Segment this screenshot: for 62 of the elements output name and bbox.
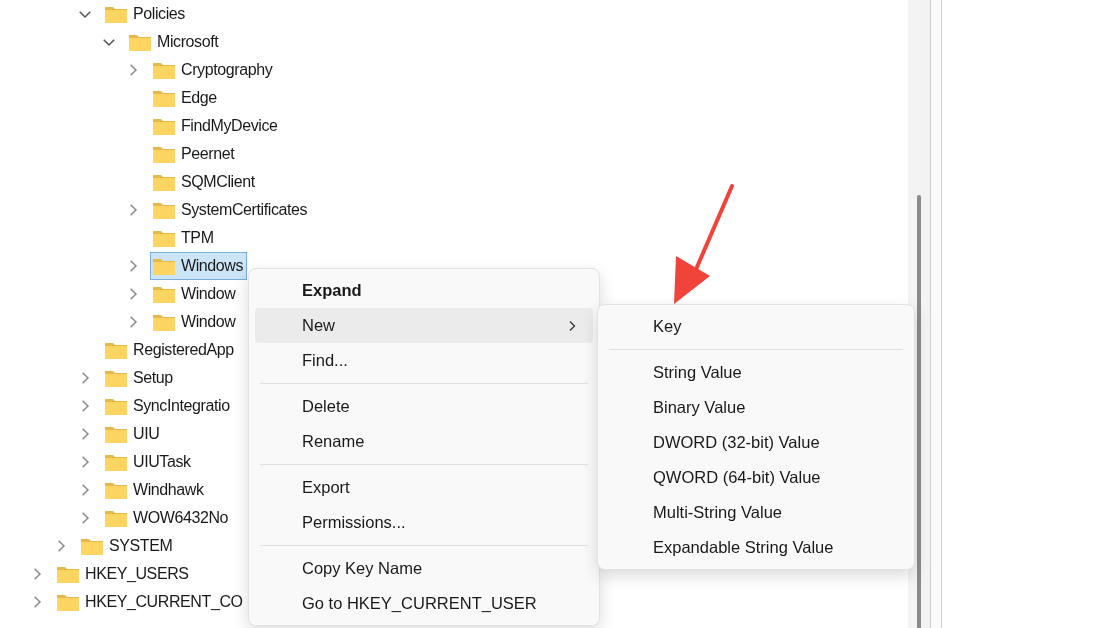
folder-icon — [105, 509, 127, 527]
menu-item[interactable]: Go to HKEY_CURRENT_USER — [255, 586, 593, 621]
menu-item[interactable]: Expandable String Value — [604, 530, 908, 565]
menu-item[interactable]: Export — [255, 470, 593, 505]
tree-item[interactable]: SyncIntegratio — [102, 392, 234, 420]
menu-item[interactable]: Expand — [255, 273, 593, 308]
folder-icon — [153, 173, 175, 191]
menu-item[interactable]: Copy Key Name — [255, 551, 593, 586]
folder-icon — [105, 5, 127, 23]
folder-icon — [153, 257, 175, 275]
tree-item[interactable]: Windows — [150, 252, 248, 280]
tree-item[interactable]: UIUTask — [102, 448, 195, 476]
tree-item[interactable]: Window — [150, 280, 240, 308]
folder-icon — [105, 397, 127, 415]
folder-icon — [153, 145, 175, 163]
folder-icon — [81, 537, 103, 555]
tree-item[interactable]: WOW6432No — [102, 504, 233, 532]
menu-item[interactable]: Key — [604, 309, 908, 344]
menu-item[interactable]: Find... — [255, 343, 593, 378]
tree-item[interactable]: RegisteredApp — [102, 336, 238, 364]
folder-icon — [153, 313, 175, 331]
menu-item[interactable]: QWORD (64-bit) Value — [604, 460, 908, 495]
folder-icon — [153, 285, 175, 303]
folder-icon — [105, 425, 127, 443]
folder-icon — [105, 453, 127, 471]
tree-item[interactable]: FindMyDevice — [150, 112, 282, 140]
folder-icon — [153, 229, 175, 247]
tree-item[interactable]: SYSTEM — [78, 532, 177, 560]
menu-item[interactable]: Permissions... — [255, 505, 593, 540]
menu-item[interactable]: Binary Value — [604, 390, 908, 425]
folder-icon — [105, 481, 127, 499]
tree-item[interactable]: Window — [150, 308, 240, 336]
tree-item[interactable]: Microsoft — [126, 28, 223, 56]
folder-icon — [153, 117, 175, 135]
tree-item[interactable]: Cryptography — [150, 56, 277, 84]
tree-item[interactable]: Setup — [102, 364, 177, 392]
chevron-right-icon — [567, 319, 577, 332]
tree-item[interactable]: TPM — [150, 224, 218, 252]
tree-item[interactable]: Windhawk — [102, 476, 208, 504]
tree-item[interactable]: Peernet — [150, 140, 239, 168]
tree-item[interactable]: Edge — [150, 84, 221, 112]
folder-icon — [57, 565, 79, 583]
folder-icon — [153, 201, 175, 219]
folder-icon — [105, 369, 127, 387]
tree-item[interactable]: SystemCertificates — [150, 196, 312, 224]
folder-icon — [153, 61, 175, 79]
tree-item[interactable]: SQMClient — [150, 168, 259, 196]
menu-item[interactable]: DWORD (32-bit) Value — [604, 425, 908, 460]
tree-item[interactable]: UIU — [102, 420, 164, 448]
folder-icon — [153, 89, 175, 107]
folder-icon — [105, 341, 127, 359]
tree-item[interactable]: Policies — [102, 0, 189, 28]
menu-item[interactable]: Rename — [255, 424, 593, 459]
tree-item[interactable]: HKEY_USERS — [54, 560, 193, 588]
scrollbar-thumb[interactable] — [917, 195, 921, 628]
folder-icon — [129, 33, 151, 51]
menu-item[interactable]: String Value — [604, 355, 908, 390]
tree-item[interactable]: HKEY_CURRENT_CO — [54, 588, 247, 616]
menu-item[interactable]: New — [255, 308, 593, 343]
menu-item[interactable]: Delete — [255, 389, 593, 424]
folder-icon — [57, 593, 79, 611]
menu-item[interactable]: Multi-String Value — [604, 495, 908, 530]
